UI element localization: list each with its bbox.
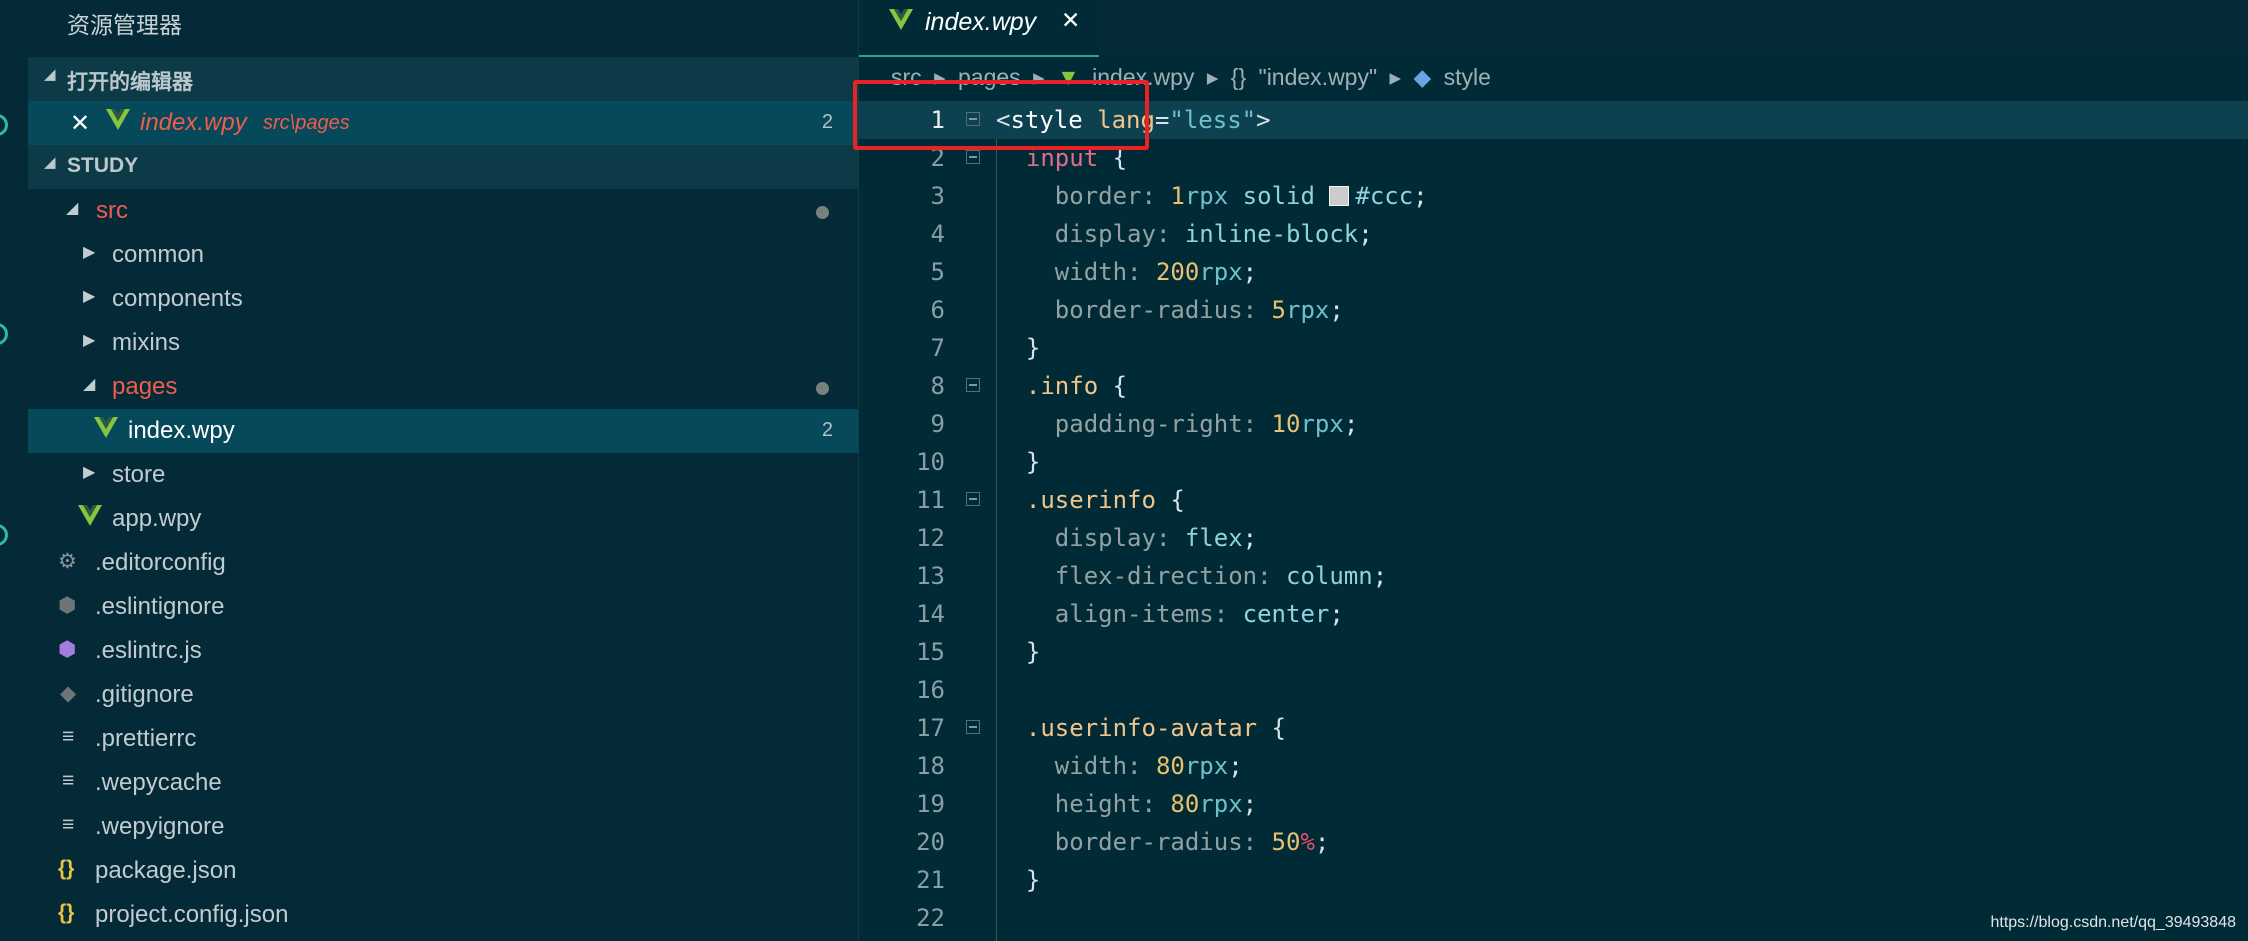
code-line[interactable]: 10 }: [859, 443, 2248, 481]
activity-strip: [0, 0, 28, 941]
tree-folder-store[interactable]: ▶ store: [28, 453, 858, 497]
workspace-header[interactable]: ◢ STUDY: [28, 145, 858, 189]
code-line[interactable]: 11 .userinfo {: [859, 481, 2248, 519]
open-editor-name: index.wpy: [140, 109, 247, 136]
explorer-title: 资源管理器: [67, 12, 182, 38]
chevron-down-icon: ◢: [44, 154, 56, 171]
code-line[interactable]: 12 display: flex;: [859, 519, 2248, 557]
code-line[interactable]: 15 }: [859, 633, 2248, 671]
modified-dot: [816, 382, 829, 395]
tree-folder-src[interactable]: ◢ src: [28, 189, 858, 233]
tree-file-eslintignore[interactable]: ⬢ .eslintignore: [28, 585, 858, 629]
json-icon: {}: [58, 857, 75, 880]
text-file-icon: ≡: [62, 769, 75, 792]
fold-icon[interactable]: [966, 378, 980, 392]
chevron-right-icon: ▶: [83, 244, 96, 261]
code-line[interactable]: 4 display: inline-block;: [859, 215, 2248, 253]
problem-count-badge: 2: [821, 111, 833, 133]
tree-file-app[interactable]: app.wpy: [28, 497, 858, 541]
fold-icon[interactable]: [966, 150, 980, 164]
vue-file-icon: [889, 9, 913, 30]
code-line[interactable]: 7 }: [859, 329, 2248, 367]
open-editors-header[interactable]: ◢ 打开的编辑器: [28, 57, 858, 101]
open-editor-path: src\pages: [263, 112, 350, 134]
open-editor-item[interactable]: ✕ index.wpy src\pages 2: [28, 101, 858, 145]
code-line[interactable]: 13 flex-direction: column;: [859, 557, 2248, 595]
activity-badge-icon[interactable]: [0, 114, 8, 136]
problem-count-badge: 2: [821, 419, 833, 441]
code-line[interactable]: 21 }: [859, 861, 2248, 899]
modified-dot: [816, 206, 829, 219]
tab-bar: index.wpy ✕: [859, 0, 2248, 57]
tree-file-project-config[interactable]: {} project.config.json: [28, 893, 858, 937]
code-line[interactable]: 18 width: 80rpx;: [859, 747, 2248, 785]
json-icon: {}: [58, 901, 75, 924]
tree-folder-pages[interactable]: ◢ pages: [28, 365, 858, 409]
text-file-icon: ≡: [62, 813, 75, 836]
explorer-sidebar: 资源管理器 ◢ 打开的编辑器 ✕ index.wpy src\pages 2 ◢…: [0, 0, 858, 941]
gear-icon: ⚙: [58, 550, 77, 573]
code-line[interactable]: 16: [859, 671, 2248, 709]
tree-file-eslintrc[interactable]: ⬢ .eslintrc.js: [28, 629, 858, 673]
chevron-down-icon: ◢: [44, 66, 56, 83]
tab-index-wpy[interactable]: index.wpy ✕: [859, 0, 1099, 57]
tree-folder-mixins[interactable]: ▶ mixins: [28, 321, 858, 365]
code-line[interactable]: 8 .info {: [859, 367, 2248, 405]
fold-icon[interactable]: [966, 720, 980, 734]
watermark: https://blog.csdn.net/qq_39493848: [1990, 914, 2236, 931]
tree-file-editorconfig[interactable]: ⚙ .editorconfig: [28, 541, 858, 585]
vue-file-icon: [94, 417, 118, 438]
code-line[interactable]: 17 .userinfo-avatar {: [859, 709, 2248, 747]
chevron-down-icon: ◢: [83, 376, 96, 393]
code-line[interactable]: 14 align-items: center;: [859, 595, 2248, 633]
tree-file-package-json[interactable]: {} package.json: [28, 849, 858, 893]
chevron-right-icon: ▸: [1389, 64, 1402, 90]
code-line[interactable]: 3 border: 1rpx solid #ccc;: [859, 177, 2248, 215]
code-line[interactable]: 5 width: 200rpx;: [859, 253, 2248, 291]
code-line[interactable]: 6 border-radius: 5rpx;: [859, 291, 2248, 329]
color-swatch[interactable]: [1329, 186, 1350, 206]
cube-icon: ◆: [1413, 64, 1432, 90]
fold-icon[interactable]: [966, 492, 980, 506]
tree-folder-components[interactable]: ▶ components: [28, 277, 858, 321]
code-line[interactable]: 9 padding-right: 10rpx;: [859, 405, 2248, 443]
tree-folder-common[interactable]: ▶ common: [28, 233, 858, 277]
activity-badge-icon[interactable]: [0, 323, 8, 345]
activity-badge-icon[interactable]: [0, 524, 8, 546]
text-file-icon: ≡: [62, 725, 75, 748]
tree-file-prettierrc[interactable]: ≡ .prettierrc: [28, 717, 858, 761]
tree-file-wepyignore[interactable]: ≡ .wepyignore: [28, 805, 858, 849]
vue-file-icon: [106, 109, 130, 130]
eslint-icon: ⬢: [58, 594, 77, 617]
code-line[interactable]: 20 border-radius: 50%;: [859, 823, 2248, 861]
chevron-right-icon: ▶: [83, 288, 96, 305]
chevron-right-icon: ▸: [1206, 64, 1219, 90]
eslint-icon: ⬢: [58, 638, 77, 661]
vue-file-icon: [78, 505, 102, 526]
braces-icon: {}: [1230, 64, 1247, 90]
breadcrumb-item[interactable]: "index.wpy": [1259, 64, 1378, 90]
breadcrumb-item[interactable]: style: [1444, 64, 1491, 90]
chevron-right-icon: ▶: [83, 464, 96, 481]
close-icon[interactable]: ✕: [70, 109, 90, 138]
tree-file-index[interactable]: index.wpy 2: [28, 409, 858, 453]
chevron-right-icon: ▶: [83, 332, 96, 349]
tree-file-wepycache[interactable]: ≡ .wepycache: [28, 761, 858, 805]
git-icon: ◆: [60, 682, 77, 705]
tree-file-gitignore[interactable]: ◆ .gitignore: [28, 673, 858, 717]
tab-label: index.wpy: [925, 8, 1037, 36]
close-icon[interactable]: ✕: [1061, 7, 1080, 34]
highlight-annotation-box: [853, 80, 1149, 150]
chevron-down-icon: ◢: [66, 200, 79, 217]
code-line[interactable]: 19 height: 80rpx;: [859, 785, 2248, 823]
